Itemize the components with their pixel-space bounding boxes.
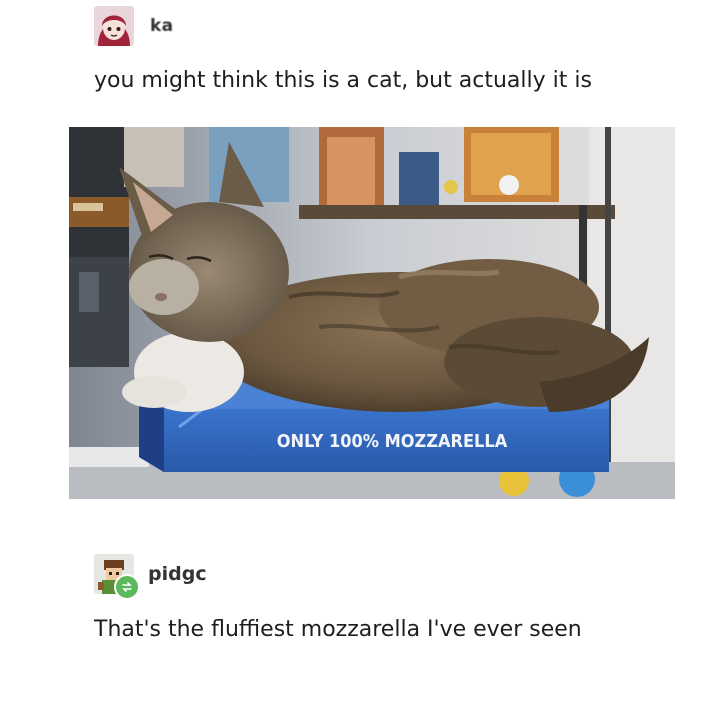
reply-header: pidgc (94, 554, 207, 600)
box-text: ONLY 100% MOZZARELLA (277, 431, 508, 452)
post-header: ka (94, 6, 173, 46)
reply-username[interactable]: pidgc (148, 563, 207, 585)
pixel-character-avatar-icon[interactable] (94, 554, 140, 600)
cat-photo: ONLY 100% MOZZARELLA (69, 127, 675, 499)
anime-girl-avatar-icon[interactable] (94, 6, 134, 46)
post-text: you might think this is a cat, but actua… (94, 68, 592, 93)
reply-text: That's the fluffiest mozzarella I've eve… (94, 617, 582, 642)
tumblr-post: ka you might think this is a cat, but ac… (0, 0, 720, 720)
username[interactable]: ka (150, 16, 173, 36)
reblog-icon (114, 574, 140, 600)
